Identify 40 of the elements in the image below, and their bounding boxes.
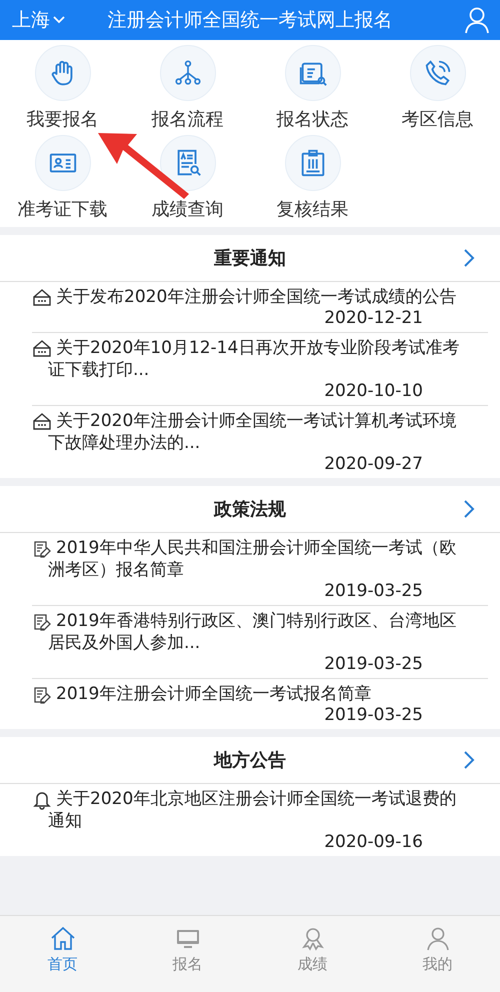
chevron-down-icon [52,15,66,25]
news-date: 2020-09-27 [324,454,423,475]
news-date: 2019-03-25 [324,654,423,675]
shortcut-button[interactable]: 考区信息 [375,45,500,131]
document-edit-icon [32,539,52,559]
app-title: 注册会计师全国统一考试网上报名 [106,8,394,33]
news-date: 2020-10-10 [324,381,423,402]
news-title[interactable]: 2019年注册会计师全国统一考试报名简章 [48,683,463,705]
news-date: 2020-12-21 [324,308,423,329]
news-title[interactable]: 2019年香港特别行政区、澳门特别行政区、台湾地区居民及外国人参加... [48,610,463,654]
news-date: 2019-03-25 [324,581,423,602]
news-date: 2019-03-25 [324,705,423,726]
shortcut-button[interactable]: 报名状态 [250,45,375,131]
document-edit-icon [32,612,52,632]
news-title[interactable]: 关于2020年10月12-14日再次开放专业阶段考试准考证下载打印... [48,337,463,381]
home-icon [50,926,76,952]
city-selector[interactable]: 上海 [12,7,66,33]
section-title: 重要通知 [214,247,286,270]
chevron-right-icon[interactable] [462,499,476,519]
chevron-right-icon[interactable] [462,750,476,770]
user-icon[interactable] [464,6,490,34]
news-title[interactable]: 关于发布2020年注册会计师全国统一考试成绩的公告 [48,286,463,308]
award-icon [300,926,326,952]
news-date: 2020-09-16 [324,832,423,853]
news-title[interactable]: 关于2020年北京地区注册会计师全国统一考试退费的通知 [48,788,463,832]
news-title[interactable]: 2019年中华人民共和国注册会计师全国统一考试（欧洲考区）报名简章 [48,537,463,581]
bell-icon [32,790,52,810]
document-edit-icon [32,685,52,705]
notice-icon [32,412,52,432]
section-title: 政策法规 [214,498,286,521]
person-icon [424,926,450,952]
section-title: 地方公告 [214,749,286,772]
notice-icon [32,339,52,359]
tab-item[interactable]: 首页 [0,916,125,978]
shortcut-button[interactable]: 报名流程 [125,45,250,131]
notice-icon [32,288,52,308]
news-title[interactable]: 关于2020年注册会计师全国统一考试计算机考试环境下故障处理办法的... [48,410,463,454]
chevron-right-icon[interactable] [462,248,476,268]
shortcut-button[interactable]: 我要报名 [0,45,125,131]
shortcut-button[interactable]: 复核结果 [250,135,375,221]
